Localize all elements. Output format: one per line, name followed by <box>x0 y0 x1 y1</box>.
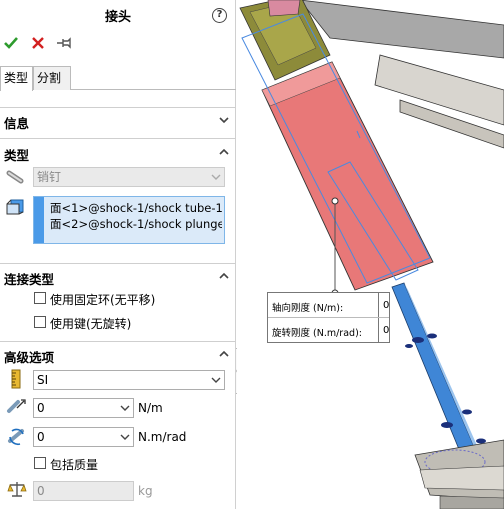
axial-stiffness-value: 0 <box>37 401 45 415</box>
tab-split[interactable]: 分割 <box>33 66 71 90</box>
shock-plunger-highlight <box>404 283 487 470</box>
property-manager-panel: 接头 ? 类型 分割 信息 类型 销钉 面<1>@shock-1/shock t… <box>0 0 236 509</box>
callout-row-divider <box>268 317 389 318</box>
callout-anchor <box>331 197 339 205</box>
chevron-down-icon[interactable] <box>218 114 230 126</box>
chevron-up-icon[interactable] <box>218 146 230 158</box>
connector-type-value: 销钉 <box>37 170 62 184</box>
chevron-down-icon[interactable] <box>120 433 130 441</box>
lower-mount-plate <box>419 465 504 491</box>
unit-system-value: SI <box>37 373 49 387</box>
section-advanced-label: 高级选项 <box>4 350 55 365</box>
retaining-ring-checkbox[interactable] <box>34 292 46 304</box>
model-view[interactable] <box>237 0 504 509</box>
chevron-down-icon[interactable] <box>120 404 130 412</box>
mass-scale-icon <box>7 482 27 497</box>
unit-system-select[interactable]: SI <box>33 370 225 390</box>
include-mass-label: 包括质量 <box>50 458 99 472</box>
rotational-stiffness-icon <box>8 428 24 446</box>
chevron-down-icon <box>211 377 221 383</box>
section-type-label: 类型 <box>4 148 30 163</box>
divider <box>0 341 236 342</box>
rotational-stiffness-input[interactable]: 0 <box>33 427 134 447</box>
include-mass-checkbox[interactable] <box>34 457 46 469</box>
chevron-down-icon <box>211 174 221 180</box>
section-info-header[interactable]: 信息 <box>0 111 236 131</box>
mount-top-piece <box>267 0 301 17</box>
section-info-label: 信息 <box>4 116 30 131</box>
callout-rotational-value[interactable]: 0 <box>383 325 389 336</box>
rotational-stiffness-value: 0 <box>37 430 45 444</box>
mass-input: 0 <box>33 481 134 501</box>
callout-rotational-label: 旋转刚度 (N.m/rad): <box>272 328 362 339</box>
list-item[interactable]: 面<2>@shock-1/shock plunger-1 <box>50 216 222 232</box>
mass-unit: kg <box>138 484 153 498</box>
selection-listbox[interactable]: 面<1>@shock-1/shock tube-1 面<2>@shock-1/s… <box>33 196 225 244</box>
mass-value: 0 <box>37 484 45 498</box>
axial-stiffness-unit: N/m <box>138 401 163 415</box>
callout-axial-label: 轴向刚度 (N/m): <box>272 303 344 314</box>
help-icon[interactable]: ? <box>212 8 227 23</box>
tab-strip: 类型 分割 <box>0 66 236 91</box>
list-item[interactable]: 面<1>@shock-1/shock tube-1 <box>50 200 222 216</box>
tab-type[interactable]: 类型 <box>0 66 33 91</box>
lower-mount-base <box>439 495 504 509</box>
ok-icon[interactable] <box>2 34 20 52</box>
divider <box>0 107 236 108</box>
ruler-icon <box>11 369 21 389</box>
frame-arm-upper <box>299 0 504 59</box>
axial-stiffness-input[interactable]: 0 <box>33 398 134 418</box>
pushpin-icon[interactable] <box>55 34 73 52</box>
chevron-up-icon[interactable] <box>218 348 230 360</box>
axial-stiffness-icon <box>7 399 26 413</box>
connector-type-select[interactable]: 销钉 <box>33 167 225 187</box>
callout-axial-value[interactable]: 0 <box>383 300 389 311</box>
pin-connector-icon <box>6 170 24 184</box>
section-connection-type-label: 连接类型 <box>4 272 55 287</box>
key-label: 使用键(无旋转) <box>50 317 132 331</box>
selection-active-bar <box>34 197 44 243</box>
face-selection-icon <box>6 199 24 215</box>
section-advanced-header[interactable]: 高级选项 <box>0 345 236 365</box>
retaining-ring-label: 使用固定环(无平移) <box>50 293 156 307</box>
divider <box>0 263 236 264</box>
rotational-stiffness-unit: N.m/rad <box>138 430 187 444</box>
panel-title: 接头 <box>104 10 131 25</box>
section-type-header[interactable]: 类型 <box>0 143 236 163</box>
connector-callout[interactable]: 轴向刚度 (N/m): 0 旋转刚度 (N.m/rad): 0 <box>267 292 390 343</box>
section-connection-type-header[interactable]: 连接类型 <box>0 267 236 287</box>
key-checkbox[interactable] <box>34 316 46 328</box>
divider <box>0 138 236 139</box>
cancel-icon[interactable] <box>29 34 47 52</box>
graphics-viewport[interactable] <box>237 0 504 509</box>
chevron-up-icon[interactable] <box>218 270 230 282</box>
